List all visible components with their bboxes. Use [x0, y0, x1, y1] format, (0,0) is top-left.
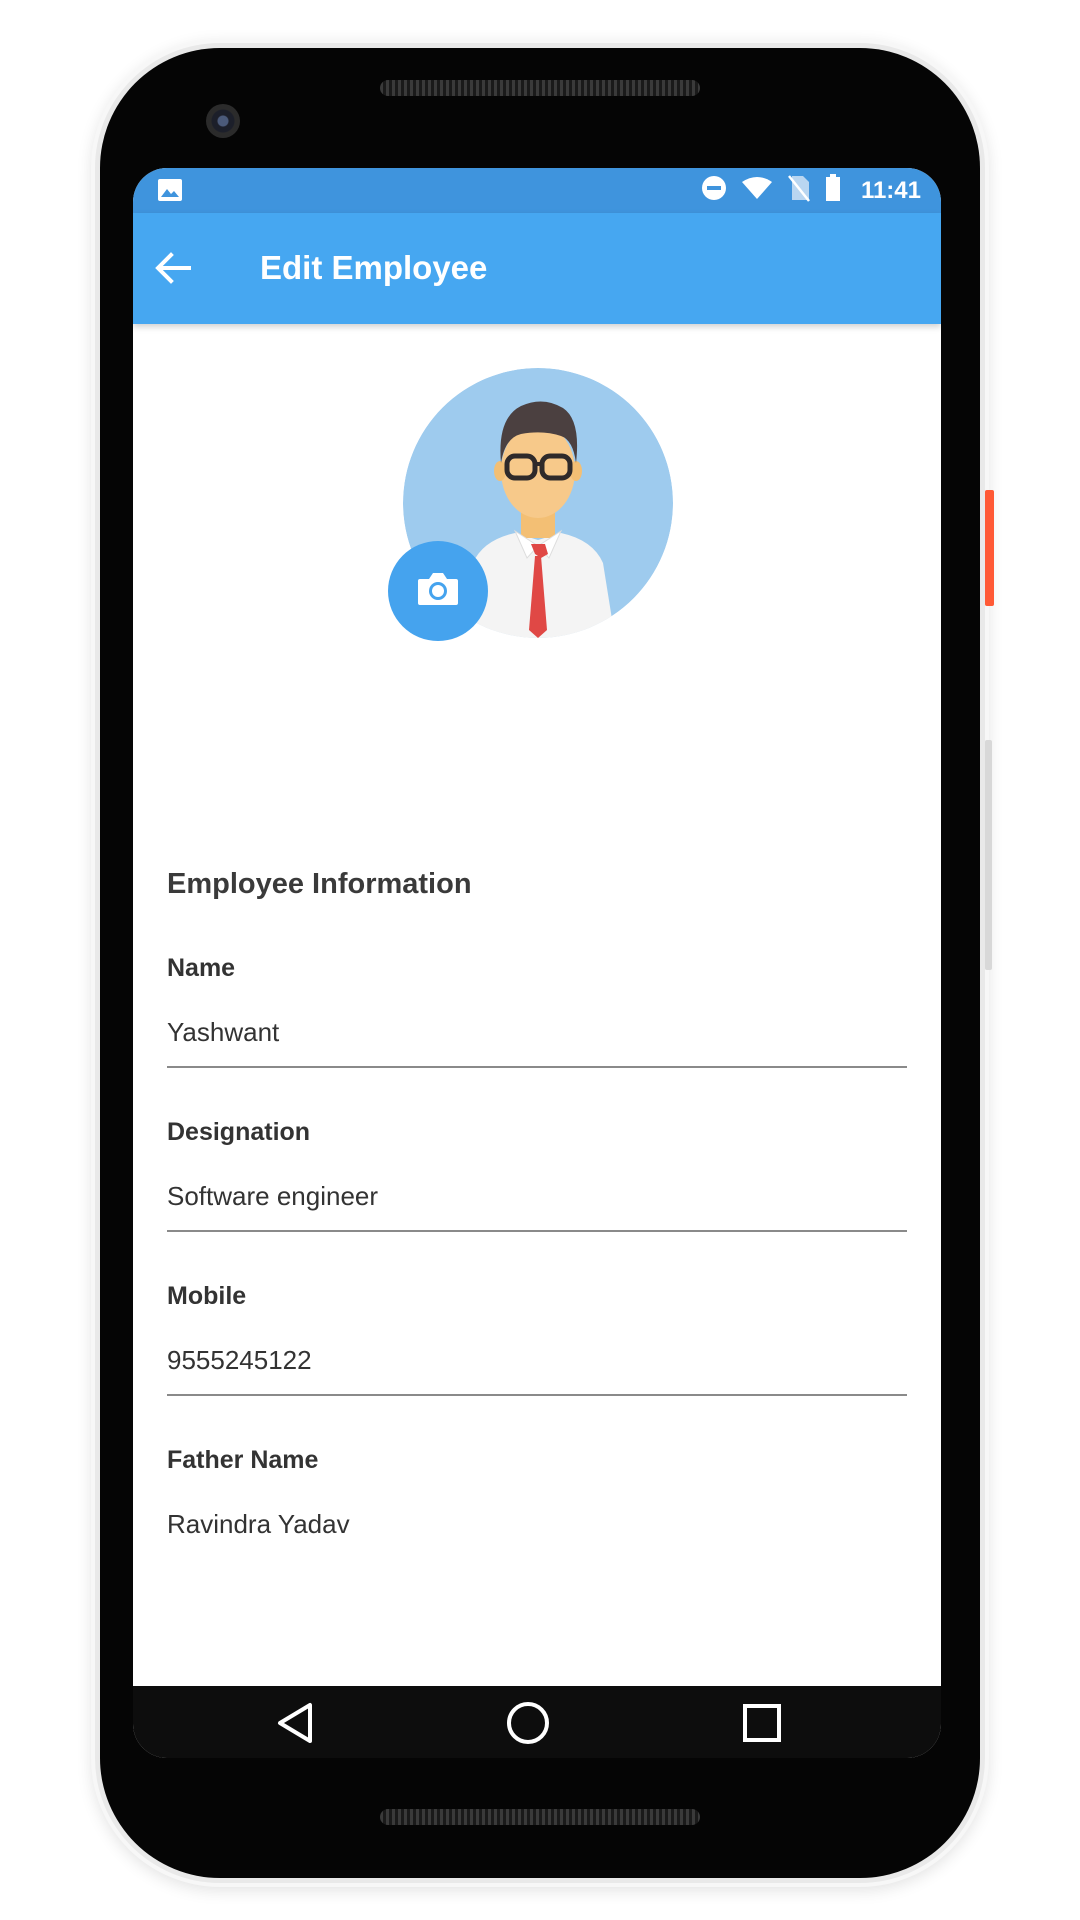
arrow-back-icon: [155, 251, 191, 289]
battery-icon: [825, 174, 841, 207]
system-nav-bar: [133, 1686, 941, 1758]
camera-icon: [416, 571, 460, 612]
designation-label: Designation: [167, 1118, 311, 1146]
status-time: 11:41: [860, 176, 921, 204]
nav-back-button[interactable]: [271, 1700, 321, 1750]
front-camera: [206, 104, 240, 138]
back-button[interactable]: [149, 246, 197, 294]
status-bar: 11:41: [133, 168, 941, 213]
designation-input[interactable]: [167, 1166, 907, 1226]
designation-underline: [167, 1230, 907, 1232]
mobile-input[interactable]: [167, 1330, 907, 1390]
mobile-label: Mobile: [167, 1282, 247, 1310]
status-icons: 11:41: [701, 168, 921, 213]
change-photo-button[interactable]: [388, 541, 488, 641]
image-icon: [157, 178, 183, 207]
section-title: Employee Information: [167, 868, 472, 900]
nav-recents-button[interactable]: [737, 1700, 787, 1750]
father-name-input[interactable]: [167, 1494, 907, 1554]
wifi-icon: [741, 176, 773, 205]
name-input[interactable]: [167, 1002, 907, 1062]
screen: 11:41 Edit Employee Employee Information…: [133, 168, 941, 1758]
page-title: Edit Employee: [260, 249, 488, 286]
volume-rocker: [985, 740, 992, 970]
name-underline: [167, 1066, 907, 1068]
do-not-disturb-icon: [701, 175, 727, 206]
recents-square-icon: [741, 1702, 783, 1749]
nav-home-button[interactable]: [503, 1700, 553, 1750]
app-bar: Edit Employee: [133, 213, 941, 324]
top-speaker-grille: [380, 80, 700, 96]
power-button: [985, 490, 994, 606]
bottom-speaker-grille: [380, 1809, 700, 1825]
name-label: Name: [167, 954, 236, 982]
back-triangle-icon: [274, 1701, 318, 1750]
father-name-label: Father Name: [167, 1446, 319, 1474]
home-circle-icon: [505, 1700, 551, 1751]
no-sim-icon: [787, 174, 811, 207]
mobile-underline: [167, 1394, 907, 1396]
